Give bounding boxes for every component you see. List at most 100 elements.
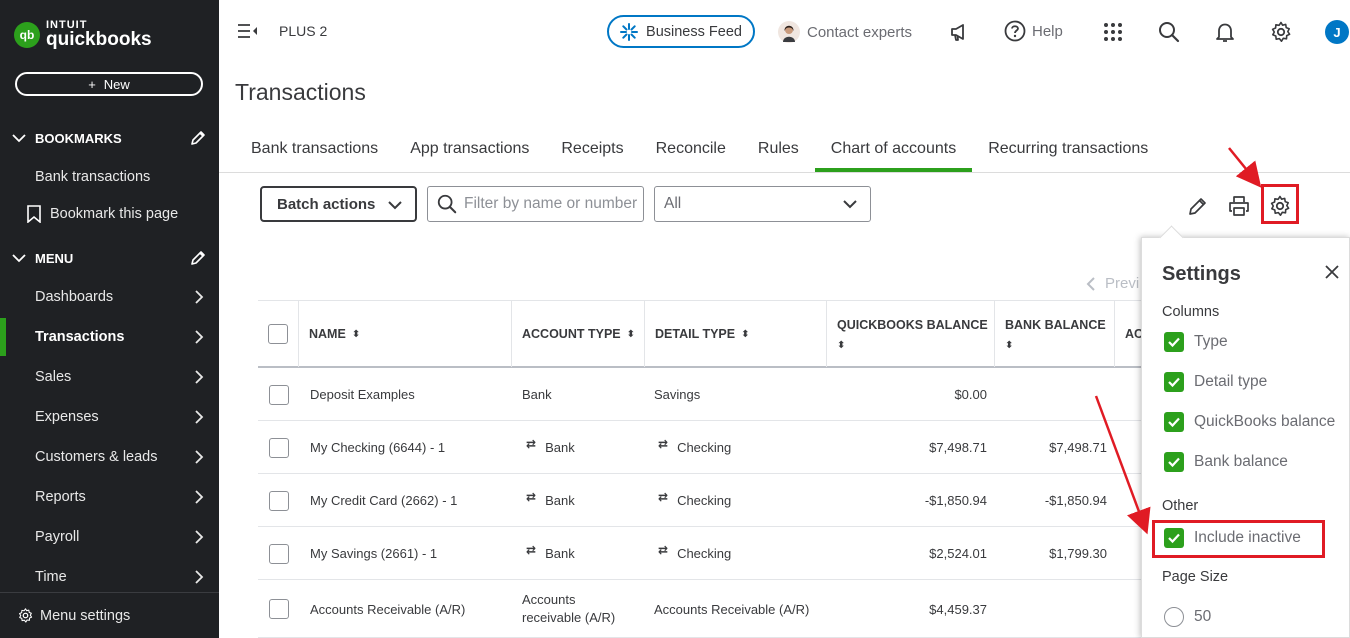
- row-checkbox[interactable]: [269, 490, 289, 511]
- column-option-bank-balance[interactable]: Bank balance: [1164, 452, 1288, 472]
- business-feed-button[interactable]: Business Feed: [607, 15, 755, 48]
- column-option-label: Bank balance: [1194, 453, 1288, 470]
- active-item-indicator: [0, 318, 6, 356]
- header-action[interactable]: ACTI: [1115, 301, 1144, 367]
- previous-page-link[interactable]: Previ: [1085, 275, 1139, 292]
- table-row[interactable]: Accounts Receivable (A/R) Accounts recei…: [258, 580, 1144, 638]
- select-all-checkbox[interactable]: [268, 324, 288, 344]
- search-icon: [437, 194, 457, 214]
- header-account-type[interactable]: ACCOUNT TYPE ⬍: [512, 301, 645, 367]
- sidebar-item-bank-transactions[interactable]: Bank transactions: [35, 165, 209, 189]
- header-detail-type-label: DETAIL TYPE: [655, 327, 736, 341]
- column-option-detail-type[interactable]: Detail type: [1164, 372, 1267, 392]
- sidebar-item-dashboards[interactable]: Dashboards: [35, 285, 209, 309]
- table-row[interactable]: My Credit Card (2662) - 1 ⇄ Bank ⇄ Checkin…: [258, 474, 1144, 527]
- row-checkbox[interactable]: [269, 384, 289, 405]
- contact-experts-link[interactable]: Contact experts: [777, 20, 912, 44]
- sidebar-item-expenses[interactable]: Expenses: [35, 405, 209, 429]
- edit-menu-pencil-icon[interactable]: [188, 248, 208, 268]
- row-checkbox[interactable]: [269, 437, 289, 458]
- bank-link-icon: ⇄: [526, 489, 537, 504]
- batch-actions-button[interactable]: Batch actions: [260, 186, 417, 222]
- bookmark-this-page[interactable]: Bookmark this page: [26, 205, 178, 223]
- checkbox-checked[interactable]: [1164, 372, 1184, 392]
- bank-link-icon: ⇄: [526, 436, 537, 451]
- tab-reconcile[interactable]: Reconcile: [640, 132, 742, 172]
- account-name[interactable]: My Credit Card (2662) - 1: [310, 474, 457, 527]
- collapse-menu-icon[interactable]: [237, 22, 259, 40]
- column-option-label: QuickBooks balance: [1194, 413, 1336, 430]
- checkbox-checked[interactable]: [1164, 412, 1184, 432]
- account-name[interactable]: Accounts Receivable (A/R): [310, 580, 465, 638]
- edit-bookmarks-pencil-icon[interactable]: [188, 128, 208, 148]
- sidebar-item-sales[interactable]: Sales: [35, 365, 209, 389]
- notifications-bell-icon[interactable]: [1213, 20, 1237, 44]
- checkbox-checked[interactable]: [1164, 332, 1184, 352]
- page-size-option-50[interactable]: 50: [1164, 607, 1211, 627]
- header-quickbooks-balance[interactable]: QUICKBOOKS BALANCE ⬍: [827, 301, 995, 367]
- header-bank-balance[interactable]: BANK BALANCE ⬍: [995, 301, 1115, 367]
- megaphone-icon[interactable]: [948, 20, 972, 44]
- sidebar-item-label: Payroll: [35, 529, 80, 545]
- sidebar-item-reports[interactable]: Reports: [35, 485, 209, 509]
- row-checkbox[interactable]: [269, 543, 289, 564]
- account-type: Bank: [522, 387, 552, 402]
- table-row[interactable]: Deposit Examples Bank Savings $0.00: [258, 368, 1144, 421]
- detail-type: Checking: [677, 440, 732, 455]
- sidebar-item-payroll[interactable]: Payroll: [35, 525, 209, 549]
- checkbox-checked[interactable]: [1164, 452, 1184, 472]
- chevron-right-icon: [195, 450, 204, 464]
- user-avatar[interactable]: J: [1325, 20, 1349, 44]
- tab-rules[interactable]: Rules: [742, 132, 815, 172]
- sidebar-item-time[interactable]: Time: [35, 565, 209, 589]
- detail-type: Checking: [677, 493, 732, 508]
- header-name[interactable]: NAME ⬍: [299, 301, 512, 367]
- gear-icon: [19, 608, 33, 623]
- print-icon[interactable]: [1227, 194, 1251, 218]
- account-name[interactable]: My Savings (2661) - 1: [310, 527, 437, 580]
- sidebar-item-transactions[interactable]: Transactions: [35, 325, 209, 349]
- gear-icon[interactable]: [1269, 20, 1293, 44]
- new-button[interactable]: + New: [15, 72, 203, 96]
- tabs-divider: [219, 172, 1350, 173]
- row-checkbox-cell: [269, 368, 289, 421]
- tab-receipts[interactable]: Receipts: [545, 132, 639, 172]
- row-checkbox[interactable]: [269, 599, 289, 619]
- tab-recurring-transactions[interactable]: Recurring transactions: [972, 132, 1164, 172]
- edit-pencil-icon[interactable]: [1186, 194, 1210, 218]
- bank-link-icon: ⇄: [658, 436, 669, 451]
- sidebar-item-label: Time: [35, 569, 67, 585]
- column-option-label: Detail type: [1194, 373, 1268, 390]
- sidebar-item-label: Customers & leads: [35, 449, 158, 465]
- filter-input[interactable]: [464, 195, 639, 213]
- chevron-right-icon: [195, 490, 204, 504]
- qb-balance: $7,498.71: [929, 440, 987, 455]
- radio-button[interactable]: [1164, 607, 1184, 627]
- quickbooks-logo[interactable]: qb INTUIT quickbooks: [14, 20, 152, 49]
- row-checkbox-cell: [269, 580, 289, 638]
- account-filter-select[interactable]: All: [654, 186, 871, 222]
- sidebar-item-label: Transactions: [35, 329, 125, 345]
- account-name[interactable]: My Checking (6644) - 1: [310, 421, 445, 474]
- search-icon[interactable]: [1157, 20, 1181, 44]
- menu-heading[interactable]: MENU: [12, 248, 208, 268]
- menu-settings-button[interactable]: Menu settings: [0, 592, 219, 638]
- column-option-label: Type: [1194, 333, 1228, 350]
- header-detail-type[interactable]: DETAIL TYPE ⬍: [645, 301, 827, 367]
- sidebar: qb INTUIT quickbooks + New BOOKMARKS Ban…: [0, 0, 219, 638]
- sidebar-item-customers-leads[interactable]: Customers & leads: [35, 445, 209, 469]
- bookmarks-heading[interactable]: BOOKMARKS: [12, 128, 208, 148]
- column-option-quickbooks-balance[interactable]: QuickBooks balance: [1164, 412, 1335, 432]
- tab-bank-transactions[interactable]: Bank transactions: [235, 132, 394, 172]
- tab-app-transactions[interactable]: App transactions: [394, 132, 545, 172]
- apps-grid-icon[interactable]: [1101, 20, 1125, 44]
- column-option-type[interactable]: Type: [1164, 332, 1228, 352]
- tab-chart-of-accounts[interactable]: Chart of accounts: [814, 132, 973, 172]
- table-row[interactable]: My Checking (6644) - 1 ⇄ Bank ⇄ Checking $…: [258, 421, 1144, 474]
- detail-type-cell: ⇄ Checking: [658, 474, 731, 527]
- close-icon[interactable]: [1323, 263, 1341, 281]
- filter-search-box[interactable]: [427, 186, 644, 222]
- table-row[interactable]: My Savings (2661) - 1 ⇄ Bank ⇄ Checking $2…: [258, 527, 1144, 580]
- account-name[interactable]: Deposit Examples: [310, 368, 415, 421]
- help-link[interactable]: Help: [1004, 20, 1063, 42]
